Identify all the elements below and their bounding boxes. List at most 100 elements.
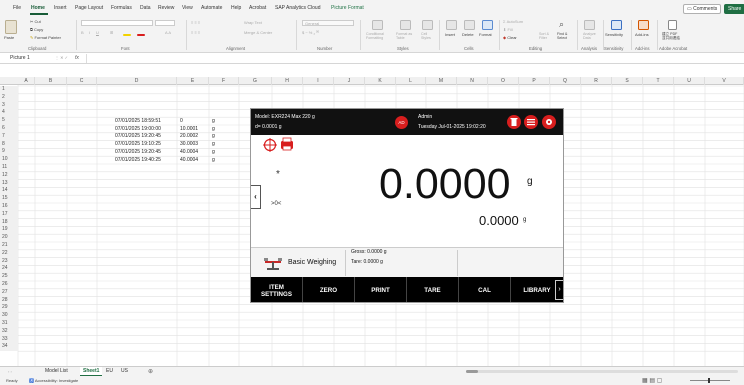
font-color-icon[interactable] (137, 34, 145, 36)
cell-styles-label[interactable]: Cell Styles (421, 32, 431, 40)
tab-automate[interactable]: Automate (201, 5, 222, 11)
tab-page-layout[interactable]: Page Layout (75, 5, 103, 11)
row-header[interactable]: 16 (0, 203, 18, 211)
cell-styles-icon[interactable] (422, 20, 433, 30)
analyze-data-icon[interactable] (584, 20, 595, 30)
column-header[interactable]: E (177, 77, 209, 85)
row-header[interactable]: 9 (0, 148, 18, 157)
clear-button[interactable]: ◆ Clear (503, 35, 517, 40)
row-header[interactable]: 17 (0, 210, 18, 219)
column-header[interactable]: T (643, 77, 674, 85)
cell-weight[interactable]: 30.0003 (180, 141, 198, 148)
row-header[interactable]: 28 (0, 296, 18, 305)
cell-weight[interactable]: 0 (180, 118, 183, 125)
cell-weight[interactable]: 40.0004 (180, 149, 198, 156)
paste-label[interactable]: Paste (4, 35, 14, 40)
column-header[interactable]: F (209, 77, 239, 85)
sensitivity-button[interactable]: Sensitivity (605, 32, 623, 37)
row-header[interactable]: 12 (0, 171, 18, 180)
column-header[interactable]: A (18, 77, 35, 85)
sheet-nav-arrows[interactable]: ‹ › (8, 369, 12, 374)
cell-unit[interactable]: g (212, 141, 215, 148)
zoom-slider[interactable] (690, 380, 730, 381)
row-header[interactable]: 24 (0, 265, 18, 274)
sensitivity-icon[interactable] (611, 20, 622, 30)
formula-cancel-enter-icons[interactable]: ⋮ ✕ ✓ (55, 55, 68, 60)
row-header[interactable]: 23 (0, 257, 18, 266)
cell-unit[interactable]: g (212, 157, 215, 164)
sheet-tab-model-list[interactable]: Model List (42, 367, 71, 376)
row-header[interactable]: 34 (0, 343, 18, 352)
column-header[interactable]: D (97, 77, 177, 85)
cell-weight[interactable]: 40.0004 (180, 157, 198, 164)
row-header[interactable]: 22 (0, 249, 18, 258)
row-header[interactable]: 10 (0, 156, 18, 164)
cell-datetime[interactable]: 07/01/2025 19:10:25 (115, 141, 161, 148)
find-select-button[interactable]: Find & Select (557, 32, 567, 40)
row-header[interactable]: 18 (0, 218, 18, 227)
font-name-dropdown[interactable] (81, 20, 153, 26)
tab-insert[interactable]: Insert (54, 5, 67, 11)
cut-button[interactable]: ✂ Cut (30, 19, 41, 24)
sort-filter-button[interactable]: Sort & Filter (539, 32, 549, 40)
column-header[interactable]: M (426, 77, 457, 85)
merge-center-button[interactable]: Merge & Center (244, 30, 272, 35)
column-header[interactable]: R (581, 77, 612, 85)
copy-button[interactable]: ⧉ Copy (30, 27, 43, 32)
row-header[interactable]: 25 (0, 273, 18, 281)
balance-screenshot-picture[interactable]: Model: EXR224 Max 220 g d= 0.0001 g AD A… (250, 108, 564, 303)
column-header[interactable]: J (334, 77, 365, 85)
comments-button[interactable]: ▭ Comments (683, 4, 722, 14)
column-header[interactable]: G (239, 77, 272, 85)
align-top-icons[interactable]: ≡ ≡ ≡ (191, 20, 200, 25)
sheet-tab-sheet1[interactable]: Sheet1 (80, 367, 103, 376)
cell-unit[interactable]: g (212, 149, 215, 156)
row-header[interactable]: 19 (0, 226, 18, 235)
sheet-tab-us[interactable]: US (118, 367, 131, 376)
bold-button[interactable]: B (81, 30, 84, 35)
conditional-formatting-icon[interactable] (372, 20, 383, 30)
delete-cells-icon[interactable] (464, 20, 475, 30)
row-header[interactable]: 26 (0, 281, 18, 289)
tab-home[interactable]: Home (31, 5, 45, 11)
cell-weight[interactable]: 10.0001 (180, 126, 198, 133)
add-ins-icon[interactable] (638, 20, 649, 30)
wrap-text-button[interactable]: Wrap Text (244, 20, 262, 25)
format-as-table-icon[interactable] (400, 20, 411, 30)
column-header[interactable]: L (396, 77, 426, 85)
row-header[interactable]: 2 (0, 93, 18, 102)
column-header[interactable]: P (519, 77, 550, 85)
column-header[interactable]: O (488, 77, 519, 85)
row-header[interactable]: 14 (0, 187, 18, 196)
fill-color-icon[interactable] (123, 34, 131, 36)
tab-sap-analytics-cloud[interactable]: SAP Analytics Cloud (275, 5, 321, 11)
row-header[interactable]: 3 (0, 101, 18, 110)
underline-button[interactable]: U (96, 30, 99, 35)
column-header[interactable]: Q (550, 77, 581, 85)
autosum-button[interactable]: Σ AutoSum (503, 19, 523, 24)
row-header[interactable]: 20 (0, 234, 18, 242)
share-button[interactable]: Share (724, 4, 744, 14)
formula-input[interactable] (86, 54, 740, 63)
accessibility-status[interactable]: ♿ Accessibility: Investigate (29, 378, 78, 383)
row-header[interactable]: 31 (0, 320, 18, 328)
font-size-dropdown[interactable] (155, 20, 175, 26)
cell-weight[interactable]: 20.0002 (180, 133, 198, 140)
cell-unit[interactable]: g (212, 133, 215, 140)
conditional-formatting-label[interactable]: Conditional Formatting (366, 32, 384, 40)
create-pdf-button[interactable]: 建立 PDF 並共用連結 (662, 32, 680, 40)
borders-button[interactable]: ⊞ (110, 30, 113, 35)
insert-label[interactable]: Insert (445, 32, 455, 37)
row-header[interactable]: 30 (0, 312, 18, 320)
row-header[interactable]: 4 (0, 109, 18, 118)
add-ins-button[interactable]: Add-ins (635, 32, 649, 37)
cell-datetime[interactable]: 07/01/2025 18:59:51 (115, 118, 161, 125)
row-header[interactable]: 13 (0, 179, 18, 188)
format-as-table-label[interactable]: Format as Table (396, 32, 412, 40)
tab-review[interactable]: Review (158, 5, 174, 11)
name-box[interactable]: Picture 1 (9, 55, 49, 62)
analyze-data-label[interactable]: Analyze Data (583, 32, 596, 40)
format-label[interactable]: Format (479, 32, 492, 37)
cell-datetime[interactable]: 07/01/2025 19:40:25 (115, 157, 161, 164)
cell-unit[interactable]: g (212, 126, 215, 133)
